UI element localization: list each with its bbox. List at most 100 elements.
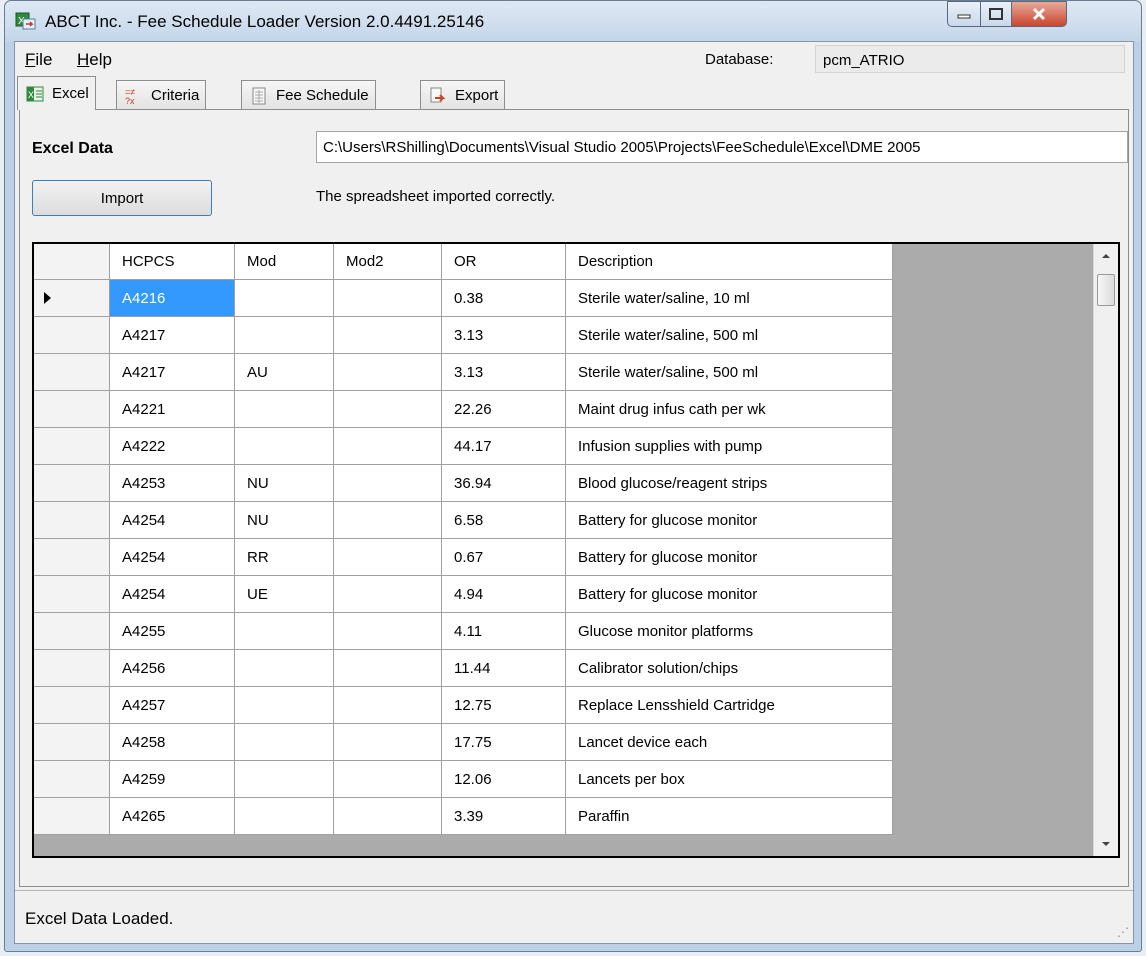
table-cell[interactable]: Maint drug infus cath per wk xyxy=(566,391,893,428)
scroll-thumb[interactable] xyxy=(1097,274,1115,306)
table-cell[interactable]: 12.06 xyxy=(442,761,566,798)
table-cell[interactable]: 0.67 xyxy=(442,539,566,576)
table-cell[interactable] xyxy=(235,613,334,650)
table-cell[interactable]: 3.39 xyxy=(442,798,566,835)
table-cell[interactable]: A4254 xyxy=(110,539,235,576)
table-cell[interactable]: A4254 xyxy=(110,502,235,539)
row-header[interactable] xyxy=(34,354,110,391)
table-cell[interactable]: 12.75 xyxy=(442,687,566,724)
table-cell[interactable] xyxy=(235,650,334,687)
table-cell[interactable]: A4217 xyxy=(110,317,235,354)
table-cell[interactable] xyxy=(334,354,442,391)
row-header[interactable] xyxy=(34,502,110,539)
table-cell[interactable]: Lancets per box xyxy=(566,761,893,798)
table-row[interactable]: A4217 AU 3.13 Sterile water/saline, 500 … xyxy=(34,354,893,391)
row-header[interactable] xyxy=(34,761,110,798)
table-cell[interactable]: A4255 xyxy=(110,613,235,650)
table-cell[interactable]: AU xyxy=(235,354,334,391)
data-grid[interactable]: HCPCS Mod Mod2 OR Description A4216 0.38… xyxy=(32,242,1120,858)
table-cell[interactable]: NU xyxy=(235,502,334,539)
table-cell[interactable]: 22.26 xyxy=(442,391,566,428)
row-header[interactable] xyxy=(34,317,110,354)
table-cell[interactable]: 3.13 xyxy=(442,354,566,391)
table-cell[interactable]: Blood glucose/reagent strips xyxy=(566,465,893,502)
table-cell[interactable] xyxy=(334,280,442,317)
table-cell[interactable]: NU xyxy=(235,465,334,502)
table-cell[interactable] xyxy=(334,687,442,724)
scroll-up-button[interactable] xyxy=(1094,244,1118,268)
table-cell[interactable] xyxy=(334,391,442,428)
table-cell[interactable] xyxy=(235,280,334,317)
row-header[interactable] xyxy=(34,613,110,650)
table-cell[interactable]: A4258 xyxy=(110,724,235,761)
table-cell[interactable] xyxy=(235,391,334,428)
table-cell[interactable] xyxy=(334,613,442,650)
tab-export[interactable]: Export xyxy=(420,80,506,110)
table-row[interactable]: A4253 NU 36.94 Blood glucose/reagent str… xyxy=(34,465,893,502)
table-cell[interactable] xyxy=(334,539,442,576)
row-header[interactable] xyxy=(34,539,110,576)
table-cell[interactable]: 11.44 xyxy=(442,650,566,687)
maximize-button[interactable] xyxy=(980,1,1012,27)
table-cell[interactable]: Lancet device each xyxy=(566,724,893,761)
import-button[interactable]: Import xyxy=(32,180,212,216)
row-header[interactable] xyxy=(34,465,110,502)
table-cell[interactable]: 3.13 xyxy=(442,317,566,354)
close-button[interactable] xyxy=(1011,1,1067,27)
scroll-down-button[interactable] xyxy=(1094,832,1118,856)
table-cell[interactable]: A4257 xyxy=(110,687,235,724)
table-cell[interactable]: 17.75 xyxy=(442,724,566,761)
row-header[interactable] xyxy=(34,280,110,317)
table-cell[interactable] xyxy=(334,761,442,798)
table-cell[interactable] xyxy=(235,724,334,761)
table-row[interactable]: A4222 44.17 Infusion supplies with pump xyxy=(34,428,893,465)
column-header-mod2[interactable]: Mod2 xyxy=(334,244,442,280)
resize-grip-icon[interactable]: ⋰ xyxy=(1117,925,1129,939)
table-cell[interactable] xyxy=(235,687,334,724)
table-cell[interactable]: 4.94 xyxy=(442,576,566,613)
row-header[interactable] xyxy=(34,798,110,835)
table-cell[interactable] xyxy=(235,317,334,354)
table-cell[interactable]: Battery for glucose monitor xyxy=(566,502,893,539)
table-cell[interactable]: 0.38 xyxy=(442,280,566,317)
table-cell[interactable]: A4256 xyxy=(110,650,235,687)
table-row[interactable]: A4217 3.13 Sterile water/saline, 500 ml xyxy=(34,317,893,354)
tab-criteria[interactable]: =≠ ?x Criteria xyxy=(116,80,207,110)
table-cell[interactable]: A4217 xyxy=(110,354,235,391)
row-header[interactable] xyxy=(34,576,110,613)
table-cell[interactable]: Battery for glucose monitor xyxy=(566,576,893,613)
table-cell[interactable] xyxy=(334,428,442,465)
table-cell[interactable] xyxy=(235,798,334,835)
table-cell[interactable]: Calibrator solution/chips xyxy=(566,650,893,687)
excel-path-field[interactable]: C:\Users\RShilling\Documents\Visual Stud… xyxy=(316,131,1128,163)
row-header[interactable] xyxy=(34,428,110,465)
table-cell[interactable]: A4221 xyxy=(110,391,235,428)
table-row[interactable]: A4259 12.06 Lancets per box xyxy=(34,761,893,798)
table-cell[interactable] xyxy=(235,428,334,465)
table-cell[interactable]: A4216 xyxy=(110,280,235,317)
column-header-hcpcs[interactable]: HCPCS xyxy=(110,244,235,280)
table-cell[interactable]: A4254 xyxy=(110,576,235,613)
table-cell[interactable]: RR xyxy=(235,539,334,576)
table-cell[interactable]: A4222 xyxy=(110,428,235,465)
table-cell[interactable] xyxy=(334,576,442,613)
table-cell[interactable]: Replace Lensshield Cartridge xyxy=(566,687,893,724)
table-cell[interactable] xyxy=(334,724,442,761)
row-header[interactable] xyxy=(34,687,110,724)
table-cell[interactable]: 44.17 xyxy=(442,428,566,465)
table-cell[interactable]: A4253 xyxy=(110,465,235,502)
table-cell[interactable]: Sterile water/saline, 500 ml xyxy=(566,317,893,354)
table-cell[interactable]: Infusion supplies with pump xyxy=(566,428,893,465)
vertical-scrollbar[interactable] xyxy=(1093,244,1118,856)
tab-fee-schedule[interactable]: Fee Schedule xyxy=(241,80,376,110)
table-cell[interactable]: Paraffin xyxy=(566,798,893,835)
title-bar[interactable]: X ABCT Inc. - Fee Schedule Loader Versio… xyxy=(5,1,1141,41)
column-header-mod[interactable]: Mod xyxy=(235,244,334,280)
table-cell[interactable] xyxy=(334,502,442,539)
table-cell[interactable]: Sterile water/saline, 10 ml xyxy=(566,280,893,317)
table-cell[interactable] xyxy=(235,761,334,798)
minimize-button[interactable] xyxy=(947,1,981,27)
table-row[interactable]: A4254 UE 4.94 Battery for glucose monito… xyxy=(34,576,893,613)
table-row[interactable]: A4258 17.75 Lancet device each xyxy=(34,724,893,761)
table-cell[interactable]: Sterile water/saline, 500 ml xyxy=(566,354,893,391)
